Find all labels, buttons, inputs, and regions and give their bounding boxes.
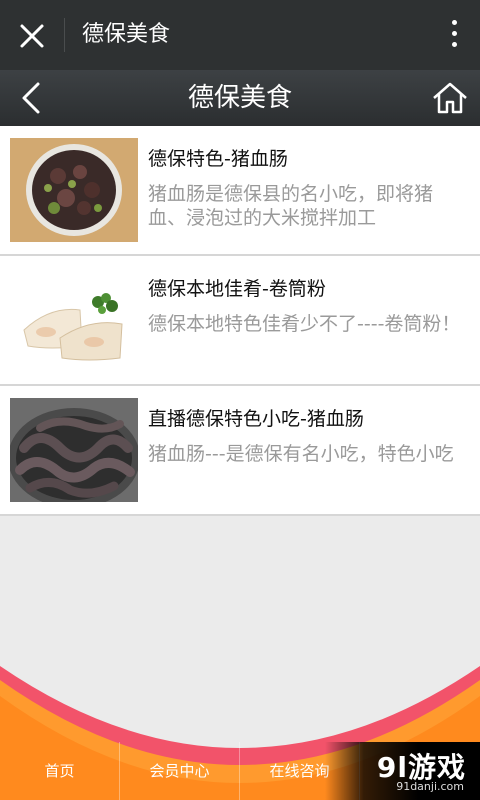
home-icon xyxy=(433,82,467,114)
back-button[interactable] xyxy=(14,78,54,118)
watermark: 9l游戏 91danji.com xyxy=(325,742,480,800)
food-thumbnail-pig-blood-sausage xyxy=(10,138,138,242)
app-header: 德保美食 xyxy=(0,70,480,126)
title-divider xyxy=(64,18,65,52)
close-icon[interactable] xyxy=(14,18,50,54)
food-thumbnail-rice-noodle-rolls xyxy=(10,268,138,372)
nav-member-center[interactable]: 会员中心 xyxy=(120,742,240,800)
item-title: 德保本地佳肴-卷筒粉 xyxy=(148,278,326,300)
list-item[interactable]: 德保本地佳肴-卷筒粉 德保本地特色佳肴少不了----卷筒粉！ xyxy=(0,256,480,386)
nav-home[interactable]: 首页 xyxy=(0,742,120,800)
watermark-url: 91danji.com xyxy=(396,780,464,793)
item-description: 德保本地特色佳肴少不了----卷筒粉！ xyxy=(148,313,461,335)
page-title: 德保美食 xyxy=(187,83,292,113)
list-item[interactable]: 直播德保特色小吃-猪血肠 猪血肠---是德保有名小吃，特色小吃 xyxy=(0,386,480,516)
home-button[interactable] xyxy=(430,78,470,118)
wechat-page-title: 德保美食 xyxy=(82,22,171,47)
list-item[interactable]: 德保特色-猪血肠 猪血肠是德保县的名小吃，即将猪血、浸泡过的大米搅拌加工 xyxy=(0,126,480,256)
item-title: 直播德保特色小吃-猪血肠 xyxy=(148,408,364,430)
item-description: 猪血肠---是德保有名小吃，特色小吃 xyxy=(148,443,454,465)
more-vertical-icon[interactable] xyxy=(448,20,460,52)
item-description: 猪血肠是德保县的名小吃，即将猪血、浸泡过的大米搅拌加工 xyxy=(148,183,434,229)
food-list: 德保特色-猪血肠 猪血肠是德保县的名小吃，即将猪血、浸泡过的大米搅拌加工 德保本… xyxy=(0,126,480,516)
wechat-title-bar: 德保美食 xyxy=(0,0,480,70)
food-thumbnail-sausages-in-pot xyxy=(10,398,138,502)
item-title: 德保特色-猪血肠 xyxy=(148,148,288,170)
chevron-left-icon xyxy=(22,82,40,114)
